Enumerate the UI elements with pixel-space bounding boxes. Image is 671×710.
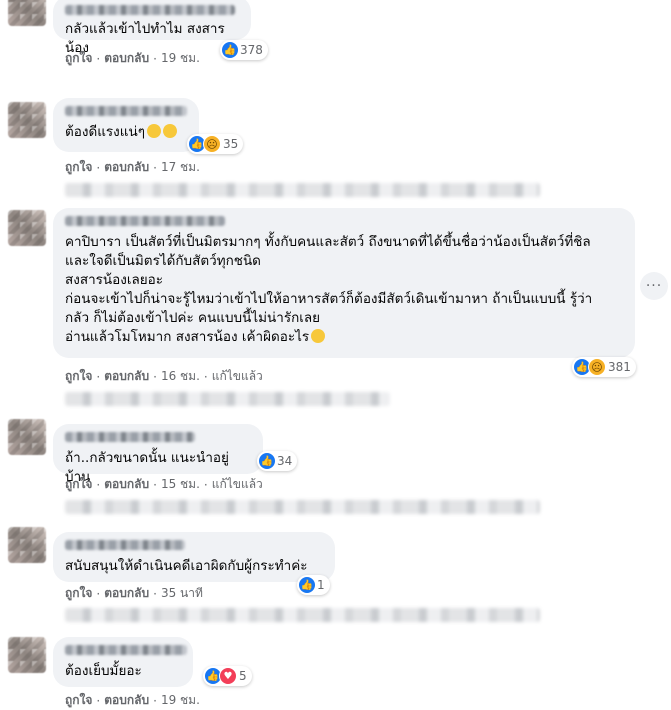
reply-link[interactable]: ตอบกลับ bbox=[104, 584, 149, 603]
comment-bubble: ต้องดีแรงแน่ๆ bbox=[53, 98, 199, 152]
reaction-badge[interactable]: 👍 378 bbox=[220, 40, 268, 60]
commenter-name-blurred[interactable] bbox=[65, 5, 235, 15]
reaction-badge[interactable]: 👍 34 bbox=[257, 451, 298, 471]
comment-text: คาปิบารา เป็นสัตว์ที่เป็นมิตรมากๆ ทั้งกั… bbox=[65, 233, 623, 347]
like-icon: 👍 bbox=[259, 453, 275, 469]
avatar[interactable] bbox=[8, 0, 46, 26]
comment-actions: ถูกใจ · ตอบกลับ · 35 นาที bbox=[65, 584, 203, 603]
edited-label: แก้ไขแล้ว bbox=[211, 477, 263, 491]
reply-link[interactable]: ตอบกลับ bbox=[104, 367, 149, 386]
reply-link[interactable]: ตอบกลับ bbox=[104, 49, 149, 68]
like-link[interactable]: ถูกใจ bbox=[65, 367, 92, 386]
commenter-name-blurred[interactable] bbox=[65, 216, 225, 226]
commenter-name-blurred[interactable] bbox=[65, 645, 187, 655]
comment-actions: ถูกใจ · ตอบกลับ · 15 ชม. · แก้ไขแล้ว bbox=[65, 475, 263, 494]
comment-actions: ถูกใจ · ตอบกลับ · 16 ชม. · แก้ไขแล้ว bbox=[65, 367, 263, 386]
sad-icon: ☹ bbox=[588, 358, 606, 376]
reply-link[interactable]: ตอบกลับ bbox=[104, 158, 149, 177]
comment-time[interactable]: 35 นาที bbox=[161, 584, 203, 603]
grin-emoji bbox=[162, 124, 177, 138]
comment-actions: ถูกใจ · ตอบกลับ · 19 ชม. bbox=[65, 691, 200, 710]
comment-bubble: ถ้า..กลัวขนาดนั้น แนะนำอยู่บ้าน bbox=[53, 424, 263, 485]
commenter-name-blurred[interactable] bbox=[65, 540, 185, 550]
comment-text: ต้องดีแรงแน่ๆ bbox=[65, 123, 187, 142]
hidden-reply-row bbox=[65, 500, 540, 514]
grin-emoji bbox=[146, 124, 161, 138]
hidden-reply-row bbox=[65, 608, 540, 622]
reaction-count: 1 bbox=[317, 578, 325, 592]
hidden-reply-row bbox=[65, 392, 390, 406]
sad-emoji bbox=[311, 329, 326, 343]
reaction-badge[interactable]: 👍 ☹ 35 bbox=[187, 134, 244, 154]
comment-text: ต้องเย็บมั้ยอะ bbox=[65, 663, 142, 679]
comment-bubble: สนับสนุนให้ดำเนินคดีเอาผิดกับผู้กระทำค่ะ bbox=[53, 532, 335, 582]
comment-time[interactable]: 16 ชม. bbox=[161, 367, 200, 386]
love-icon: ♥ bbox=[219, 667, 237, 685]
more-options-button[interactable]: ··· bbox=[640, 272, 668, 300]
like-icon: 👍 bbox=[299, 577, 315, 593]
hidden-reply-row bbox=[65, 183, 540, 197]
comment-time[interactable]: 17 ชม. bbox=[161, 158, 200, 177]
reaction-count: 381 bbox=[608, 360, 631, 374]
reply-link[interactable]: ตอบกลับ bbox=[104, 691, 149, 710]
like-link[interactable]: ถูกใจ bbox=[65, 158, 92, 177]
comment-bubble: ต้องเย็บมั้ยอะ bbox=[53, 637, 193, 687]
reaction-badge[interactable]: 👍 ♥ 5 bbox=[203, 666, 252, 686]
like-link[interactable]: ถูกใจ bbox=[65, 691, 92, 710]
avatar[interactable] bbox=[8, 210, 46, 246]
reaction-count: 34 bbox=[277, 454, 293, 468]
comment-actions: ถูกใจ · ตอบกลับ · 17 ชม. bbox=[65, 158, 200, 177]
like-link[interactable]: ถูกใจ bbox=[65, 475, 92, 494]
comment-time[interactable]: 19 ชม. bbox=[161, 49, 200, 68]
comment-text: สนับสนุนให้ดำเนินคดีเอาผิดกับผู้กระทำค่ะ bbox=[65, 558, 308, 574]
reaction-count: 378 bbox=[240, 43, 263, 57]
avatar[interactable] bbox=[8, 637, 46, 673]
reaction-count: 35 bbox=[223, 137, 239, 151]
avatar[interactable] bbox=[8, 419, 46, 455]
comment-time[interactable]: 15 ชม. bbox=[161, 475, 200, 494]
reaction-badge[interactable]: 👍 ☹ 381 bbox=[572, 357, 636, 377]
commenter-name-blurred[interactable] bbox=[65, 432, 195, 442]
like-link[interactable]: ถูกใจ bbox=[65, 584, 92, 603]
reaction-badge[interactable]: 👍 1 bbox=[297, 575, 330, 595]
edited-label: แก้ไขแล้ว bbox=[211, 369, 263, 383]
comment-bubble: กลัวแล้วเข้าไปทำไม สงสารน้อง bbox=[53, 0, 251, 56]
comment-actions: ถูกใจ · ตอบกลับ · 19 ชม. bbox=[65, 49, 200, 68]
commenter-name-blurred[interactable] bbox=[65, 106, 187, 116]
avatar[interactable] bbox=[8, 102, 46, 138]
like-icon: 👍 bbox=[222, 42, 238, 58]
comment-text-body: คาปิบารา เป็นสัตว์ที่เป็นมิตรมากๆ ทั้งกั… bbox=[65, 234, 593, 345]
comment-bubble: คาปิบารา เป็นสัตว์ที่เป็นมิตรมากๆ ทั้งกั… bbox=[53, 208, 635, 358]
reply-link[interactable]: ตอบกลับ bbox=[104, 475, 149, 494]
sad-icon: ☹ bbox=[203, 135, 221, 153]
avatar[interactable] bbox=[8, 527, 46, 563]
comment-time[interactable]: 19 ชม. bbox=[161, 691, 200, 710]
comment-text-body: ต้องดีแรงแน่ๆ bbox=[65, 124, 145, 140]
reaction-count: 5 bbox=[239, 669, 247, 683]
like-link[interactable]: ถูกใจ bbox=[65, 49, 92, 68]
